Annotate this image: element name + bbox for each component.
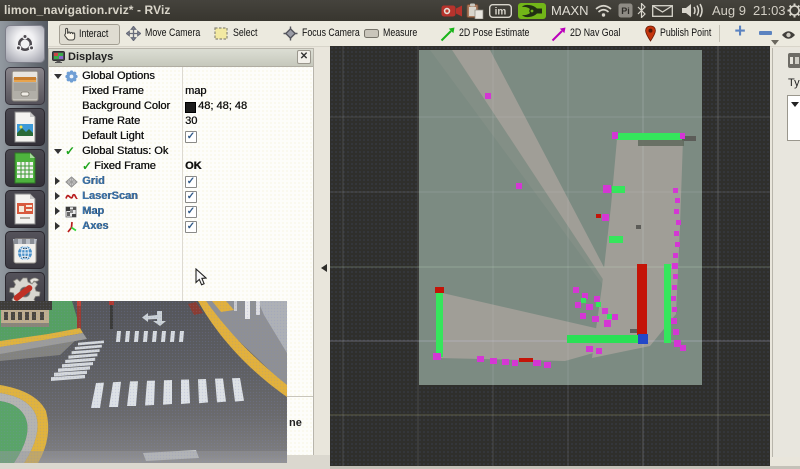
svg-text:im: im (495, 7, 507, 18)
svg-text:Pi: Pi (621, 6, 630, 16)
